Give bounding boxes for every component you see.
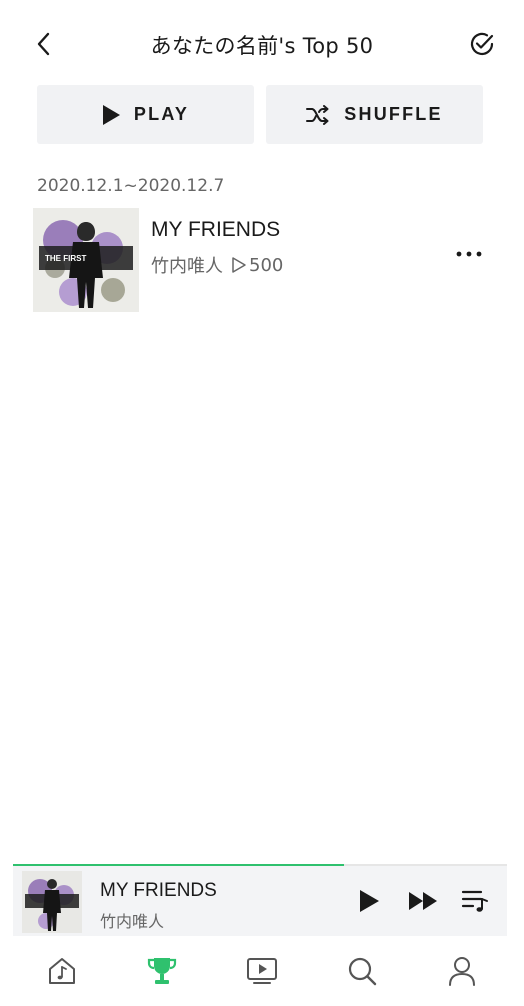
bottom-tab-bar <box>0 936 524 1006</box>
mini-player[interactable]: MY FRIENDS 竹内唯人 <box>13 864 507 936</box>
skip-next-button[interactable] <box>406 884 440 918</box>
more-options-button[interactable] <box>449 238 489 270</box>
chart-period: 2020.12.1~2020.12.7 <box>37 176 225 196</box>
trophy-icon <box>147 958 177 984</box>
album-cover: THE FIRST <box>33 208 139 312</box>
mini-player-body: MY FRIENDS 竹内唯人 <box>13 866 507 936</box>
playlist-button[interactable] <box>458 884 492 918</box>
track-artist: 竹内唯人 <box>151 256 223 277</box>
shuffle-icon <box>306 104 329 125</box>
shuffle-button[interactable]: SHUFFLE <box>266 85 483 144</box>
mini-play-button[interactable] <box>352 884 386 918</box>
profile-icon <box>449 957 475 986</box>
play-count-icon <box>232 257 246 273</box>
track-title: MY FRIENDS <box>151 218 281 241</box>
tab-charts[interactable] <box>132 946 192 996</box>
track-row[interactable]: THE FIRST MY FRIENDS 竹内唯人 500 <box>33 208 493 312</box>
tab-video[interactable] <box>232 946 292 996</box>
album-cover-text: THE FIRST <box>45 254 86 263</box>
fast-forward-icon <box>409 892 437 910</box>
mini-player-cover <box>22 871 82 933</box>
play-count-value: 500 <box>249 254 284 276</box>
page-title: あなたの名前's Top 50 <box>150 34 374 58</box>
track-meta: 竹内唯人 500 <box>151 252 283 278</box>
tab-search[interactable] <box>332 946 392 996</box>
play-button-label: PLAY <box>133 104 190 124</box>
play-icon <box>360 890 379 912</box>
mini-player-artist: 竹内唯人 <box>100 912 165 931</box>
select-button[interactable] <box>466 28 498 60</box>
play-button[interactable]: PLAY <box>37 85 254 144</box>
video-icon <box>247 958 277 984</box>
play-count: 500 <box>231 255 283 276</box>
mini-player-title: MY FRIENDS <box>100 880 217 901</box>
home-music-icon <box>49 958 75 984</box>
playlist-icon <box>461 890 488 912</box>
shuffle-button-label: SHUFFLE <box>344 104 443 124</box>
tab-mypage[interactable] <box>432 946 492 996</box>
search-icon <box>348 957 377 986</box>
play-icon <box>102 104 120 125</box>
tab-home[interactable] <box>32 946 92 996</box>
more-dots-icon <box>456 251 482 257</box>
header: あなたの名前's Top 50 <box>0 0 524 88</box>
check-circle-icon <box>470 32 494 56</box>
action-row: PLAY SHUFFLE <box>37 85 483 144</box>
